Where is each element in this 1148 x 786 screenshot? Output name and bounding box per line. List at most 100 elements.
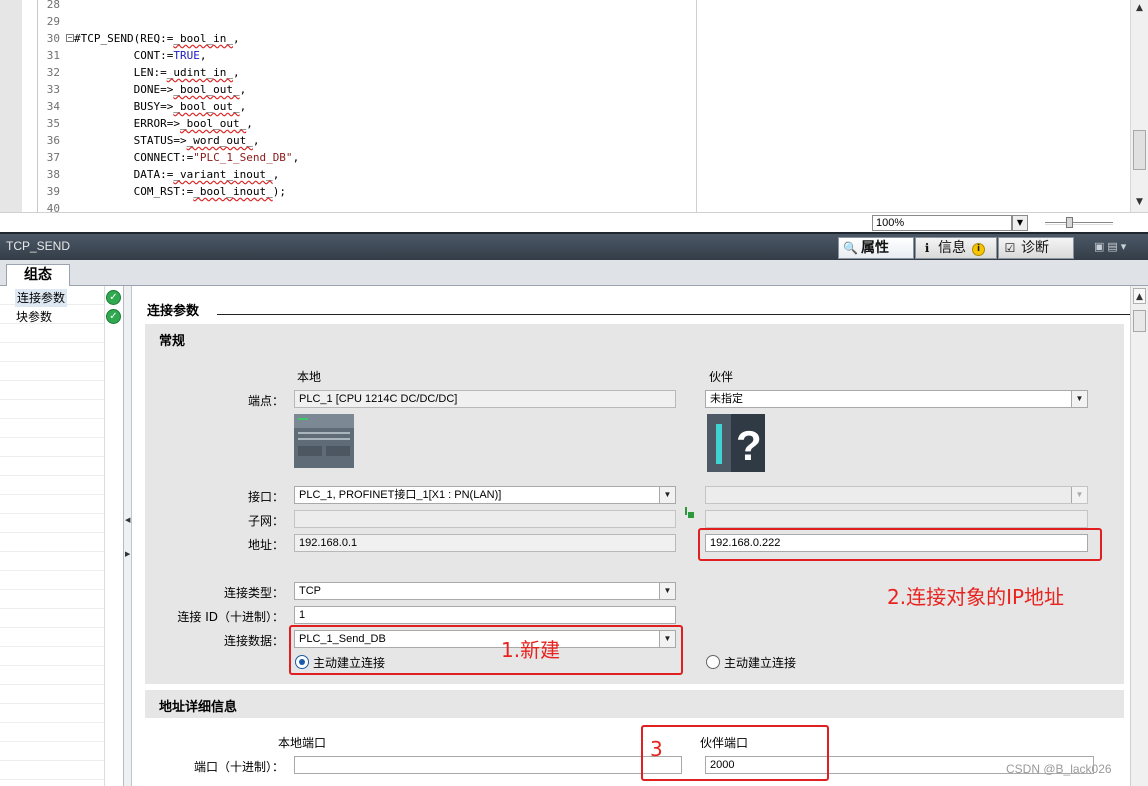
interface-local-dropdown[interactable]: PLC_1, PROFINET接口_1[X1 : PN(LAN)] ▼ bbox=[294, 486, 676, 504]
code-editor[interactable]: 28 29 30 #TCP_SEND(REQ:=_bool_in_, −31 CONT:… bbox=[0, 0, 1148, 232]
connection-type-label: 连接类型： bbox=[223, 586, 284, 600]
section-divider bbox=[217, 314, 1130, 315]
zoom-input[interactable]: 100% bbox=[872, 215, 1012, 231]
connection-id-label: 连接 ID（十进制）： bbox=[177, 610, 284, 624]
nav-row bbox=[0, 343, 104, 362]
editor-right-pane bbox=[696, 0, 1130, 212]
connection-type-value: TCP bbox=[299, 585, 321, 597]
annotation-port-text: 3 bbox=[650, 737, 663, 761]
nav-item-block-params[interactable]: 块参数 bbox=[16, 308, 52, 326]
subnet-link-icon bbox=[685, 507, 687, 515]
nav-row bbox=[0, 685, 104, 704]
nav-row bbox=[0, 533, 104, 552]
connection-id-input[interactable]: 1 bbox=[294, 606, 676, 624]
properties-icon: 🔍 bbox=[843, 241, 858, 255]
address-details-body bbox=[145, 718, 1124, 786]
code-text: STATUS=>_word_out_, bbox=[74, 134, 260, 147]
address-local-field: 192.168.0.1 bbox=[294, 534, 676, 552]
line-number: 33 bbox=[46, 83, 60, 96]
zoom-slider[interactable] bbox=[1045, 222, 1113, 225]
address-details-title: 地址详细信息 bbox=[159, 700, 238, 715]
annotation-ip-text: 2.连接对象的IP地址 bbox=[887, 585, 1065, 609]
code-text: CONT:=TRUE, bbox=[74, 49, 207, 62]
annotation-box-new bbox=[289, 625, 683, 675]
nav-row bbox=[0, 571, 104, 590]
chevron-down-icon[interactable]: ▼ bbox=[659, 487, 675, 503]
scroll-down-icon[interactable]: ▼ bbox=[1133, 194, 1146, 210]
nav-row bbox=[0, 438, 104, 457]
line-number: 34 bbox=[46, 100, 60, 113]
inspector-header: TCP_SEND 🔍 属性 ℹ 信息 i ☑ 诊断 ▣▤▾ bbox=[0, 232, 1148, 260]
column-local: 本地 bbox=[297, 370, 322, 384]
scrollbar-thumb[interactable] bbox=[1133, 310, 1146, 332]
code-text: COM_RST:=_bool_inout_); bbox=[74, 185, 286, 198]
tab-properties[interactable]: 🔍 属性 bbox=[838, 237, 914, 259]
nav-row bbox=[0, 761, 104, 780]
code-text: LEN:=_udint_in_, bbox=[74, 66, 240, 79]
line-number: 36 bbox=[46, 134, 60, 147]
window-controls[interactable]: ▣▤▾ bbox=[1094, 240, 1129, 253]
nav-row bbox=[0, 590, 104, 609]
nav-row bbox=[0, 514, 104, 533]
editor-status-bar: 100% ▼ bbox=[0, 212, 1148, 232]
diagnostics-icon: ☑ bbox=[1004, 241, 1016, 255]
endpoint-local-field: PLC_1 [CPU 1214C DC/DC/DC] bbox=[294, 390, 676, 408]
active-connect-partner-label: 主动建立连接 bbox=[724, 656, 797, 670]
nav-row bbox=[0, 609, 104, 628]
inspector-title: TCP_SEND bbox=[6, 239, 71, 253]
endpoint-label: 端点： bbox=[247, 394, 284, 408]
line-number: 31 bbox=[46, 49, 60, 62]
ok-check-icon: ✓ bbox=[106, 290, 121, 305]
interface-label: 接口： bbox=[247, 490, 284, 504]
tab-properties-label: 属性 bbox=[861, 240, 889, 256]
unknown-device-icon: ? bbox=[707, 414, 765, 472]
collapse-left-icon[interactable]: ◀ bbox=[125, 516, 130, 524]
annotation-box-port bbox=[641, 725, 829, 781]
connection-data-label: 连接数据： bbox=[223, 634, 284, 648]
tab-diagnostics[interactable]: ☑ 诊断 bbox=[998, 237, 1074, 259]
ok-check-icon: ✓ bbox=[106, 309, 121, 324]
subtab-bar: 组态 bbox=[0, 260, 1148, 286]
port-label: 端口（十进制）： bbox=[193, 760, 284, 774]
nav-row bbox=[0, 400, 104, 419]
interface-partner-dropdown: ▼ bbox=[705, 486, 1088, 504]
code-text: ERROR=>_bool_out_, bbox=[74, 117, 253, 130]
scroll-up-icon[interactable]: ▲ bbox=[1133, 0, 1146, 16]
properties-vertical-scrollbar[interactable]: ▲ bbox=[1130, 286, 1148, 786]
nav-item-connection-params[interactable]: 连接参数 bbox=[15, 289, 68, 307]
tab-diagnostics-label: 诊断 bbox=[1021, 240, 1049, 256]
subnet-label: 子网： bbox=[247, 514, 284, 528]
chevron-down-icon[interactable]: ▼ bbox=[1071, 391, 1087, 407]
local-port-input[interactable] bbox=[294, 756, 682, 774]
editor-left-strip bbox=[0, 0, 22, 212]
general-title: 常规 bbox=[159, 334, 186, 349]
nav-row bbox=[0, 495, 104, 514]
zoom-slider-knob[interactable] bbox=[1066, 217, 1073, 228]
endpoint-partner-dropdown[interactable]: 未指定 ▼ bbox=[705, 390, 1088, 408]
endpoint-partner-value: 未指定 bbox=[710, 393, 743, 405]
subnet-partner-field bbox=[705, 510, 1088, 528]
code-text: DONE=>_bool_out_, bbox=[74, 83, 247, 96]
zoom-dropdown-icon[interactable]: ▼ bbox=[1012, 215, 1028, 231]
nav-row bbox=[0, 362, 104, 381]
expand-right-icon[interactable]: ▶ bbox=[125, 550, 130, 558]
annotation-box-ip bbox=[698, 528, 1102, 561]
scroll-up-icon[interactable]: ▲ bbox=[1133, 288, 1146, 304]
connection-type-dropdown[interactable]: TCP ▼ bbox=[294, 582, 676, 600]
nav-row bbox=[0, 666, 104, 685]
code-text: #TCP_SEND(REQ:=_bool_in_, bbox=[74, 32, 240, 45]
tab-configuration[interactable]: 组态 bbox=[6, 264, 70, 286]
line-number: 37 bbox=[46, 151, 60, 164]
nav-row bbox=[0, 628, 104, 647]
nav-splitter[interactable]: ◀ ▶ bbox=[124, 286, 132, 786]
line-number: 35 bbox=[46, 117, 60, 130]
column-local-port: 本地端口 bbox=[278, 736, 327, 750]
editor-vertical-scrollbar[interactable]: ▲ ▼ bbox=[1130, 0, 1148, 212]
tab-info[interactable]: ℹ 信息 i bbox=[915, 237, 997, 259]
active-connect-partner-radio[interactable] bbox=[706, 655, 720, 669]
scrollbar-thumb[interactable] bbox=[1133, 130, 1146, 170]
fold-toggle-icon[interactable]: − bbox=[66, 34, 74, 42]
code-text: DATA:=_variant_inout_, bbox=[74, 168, 280, 181]
chevron-down-icon[interactable]: ▼ bbox=[659, 583, 675, 599]
line-number: 29 bbox=[46, 15, 60, 28]
